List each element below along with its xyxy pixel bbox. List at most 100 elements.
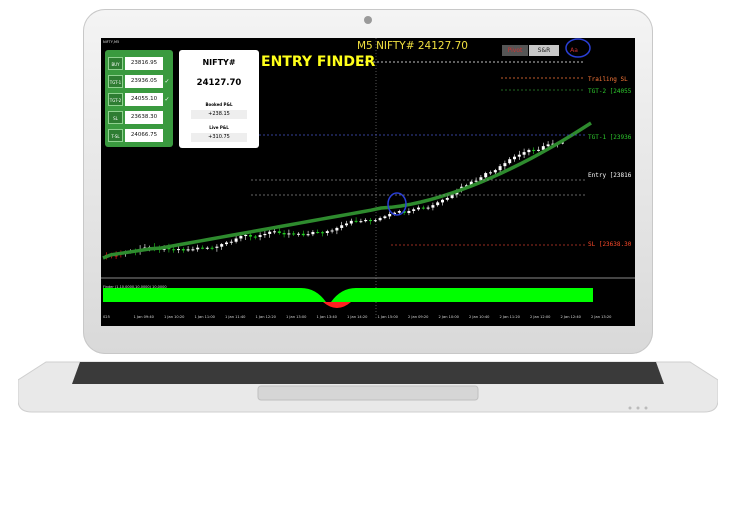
candle-body (210, 247, 214, 249)
keyboard (72, 362, 664, 384)
panel-row-tgt1: TGT-1 23936.05 ✓ (108, 75, 170, 88)
candle-body (546, 144, 550, 147)
panel-row-tgt2: TGT-2 24055.10 ✓ (108, 93, 170, 106)
candle-body (316, 232, 320, 234)
candle-body (503, 163, 507, 167)
candle-body (297, 233, 300, 235)
x-axis-tick: 1 Jan 10:20 (164, 315, 185, 319)
candle-body (258, 235, 262, 237)
row-key: SL (108, 111, 123, 124)
row-key: TGT-1 (108, 75, 123, 88)
info-symbol: NIFTY# (202, 58, 236, 67)
x-axis-tick: 1 Jan 15:00 (377, 315, 398, 319)
tgt2-label: TGT-2 [24055 (588, 88, 632, 95)
candle-body (196, 247, 200, 250)
x-axis-tick: 1 Jan 11:00 (194, 315, 215, 319)
panel-row-buy: BUY 23816.95 (108, 57, 170, 70)
candle-body (311, 232, 315, 235)
candle-body (412, 209, 416, 211)
x-axis-tick: 2 Jan 11:20 (499, 315, 520, 319)
candle-body (292, 233, 296, 235)
candle-body (373, 220, 377, 222)
candle-body (186, 249, 190, 251)
candle-body (287, 233, 291, 235)
check-icon: ✓ (164, 96, 170, 103)
trading-screen: NIFTY,M5 M5 NIFTY# 24127.70 Pivot S&R Aa… (101, 38, 635, 326)
candle-body (229, 241, 233, 243)
candle-body (277, 231, 281, 233)
candle-body (244, 234, 248, 237)
booked-pnl-value: +238.15 (191, 110, 247, 119)
third-button[interactable]: Aa (565, 45, 583, 56)
x-axis-tick: 2 Jan 12:40 (560, 315, 581, 319)
sl-label: SL [23638.30 (588, 241, 632, 248)
candle-body (335, 227, 339, 231)
indicator-negative-area (323, 302, 351, 308)
trailing-sl-label: Trailing SL (588, 76, 628, 83)
candle-body (484, 173, 488, 178)
indicator-label: Finder (1,10,0000,10,0000) 10,0000 (103, 285, 167, 289)
candle-body (369, 219, 372, 222)
live-pnl-value: +310.75 (191, 133, 247, 142)
candle-body (205, 247, 209, 249)
candle-body (498, 166, 502, 171)
row-value: 24055.10 (125, 93, 163, 106)
entry-label: Entry [23816 (588, 172, 632, 179)
check-icon: ✓ (164, 78, 170, 85)
check-icon (164, 57, 170, 70)
candle-body (201, 247, 204, 249)
indicator-positive-area (103, 288, 593, 302)
pivot-button[interactable]: Pivot (502, 45, 528, 56)
candle-body (508, 159, 512, 164)
candle-body (225, 242, 228, 245)
candle-body (431, 205, 435, 208)
x-axis-tick: 1 Jan 09:40 (133, 315, 154, 319)
row-key: TGT-2 (108, 93, 123, 106)
candle-body (489, 172, 492, 174)
candle-body (407, 210, 411, 213)
candle-body (249, 234, 252, 237)
entry-finder-label: ENTRY FINDER (261, 54, 376, 70)
x-axis-tick: 1 Jan 13:00 (286, 315, 307, 319)
candle-body (234, 238, 238, 242)
tgt1-label: TGT-1 [23936 (588, 134, 632, 141)
candle-body (537, 149, 540, 151)
candle-body (215, 246, 219, 248)
panel-row-sl: SL 23638.30 (108, 111, 170, 124)
candle-body (325, 231, 329, 233)
x-axis-tick: 2 Jan 09:20 (408, 315, 429, 319)
candle-body (441, 199, 444, 203)
row-key: BUY (108, 57, 123, 70)
booked-pnl-label: Booked P&L (205, 102, 233, 107)
trackpad[interactable] (257, 385, 479, 401)
camera-icon (364, 16, 372, 24)
candle-body (220, 244, 224, 247)
chart-title: M5 NIFTY# 24127.70 (357, 40, 468, 52)
candle-body (527, 149, 531, 153)
candle-body (378, 218, 382, 221)
row-key: T-SL (108, 129, 123, 142)
x-axis-tick: 025 (103, 315, 110, 319)
candle-body (359, 221, 363, 223)
row-value: 23638.30 (125, 111, 163, 124)
candle-body (239, 236, 243, 239)
x-axis-tick: 2 Jan 13:20 (591, 315, 612, 319)
candle-body (426, 207, 430, 209)
candle-body (181, 249, 185, 251)
info-price: 24127.70 (196, 78, 242, 88)
candle-body (306, 234, 310, 236)
candle-body (364, 219, 368, 222)
laptop-base (18, 361, 718, 413)
x-axis-tick: 1 Jan 14:20 (347, 315, 368, 319)
candle-body (421, 207, 425, 209)
sr-button[interactable]: S&R (529, 45, 559, 56)
candle-body (493, 170, 497, 173)
x-axis-tick: 2 Jan 10:00 (438, 315, 459, 319)
x-axis-tick: 1 Jan 11:40 (225, 315, 246, 319)
candle-body (253, 236, 257, 238)
x-axis-tick: 1 Jan 13:40 (316, 315, 337, 319)
row-value: 24066.75 (125, 129, 163, 142)
candle-body (349, 220, 353, 224)
x-axis-tick: 2 Jan 12:00 (530, 315, 551, 319)
candle-body (345, 223, 348, 226)
